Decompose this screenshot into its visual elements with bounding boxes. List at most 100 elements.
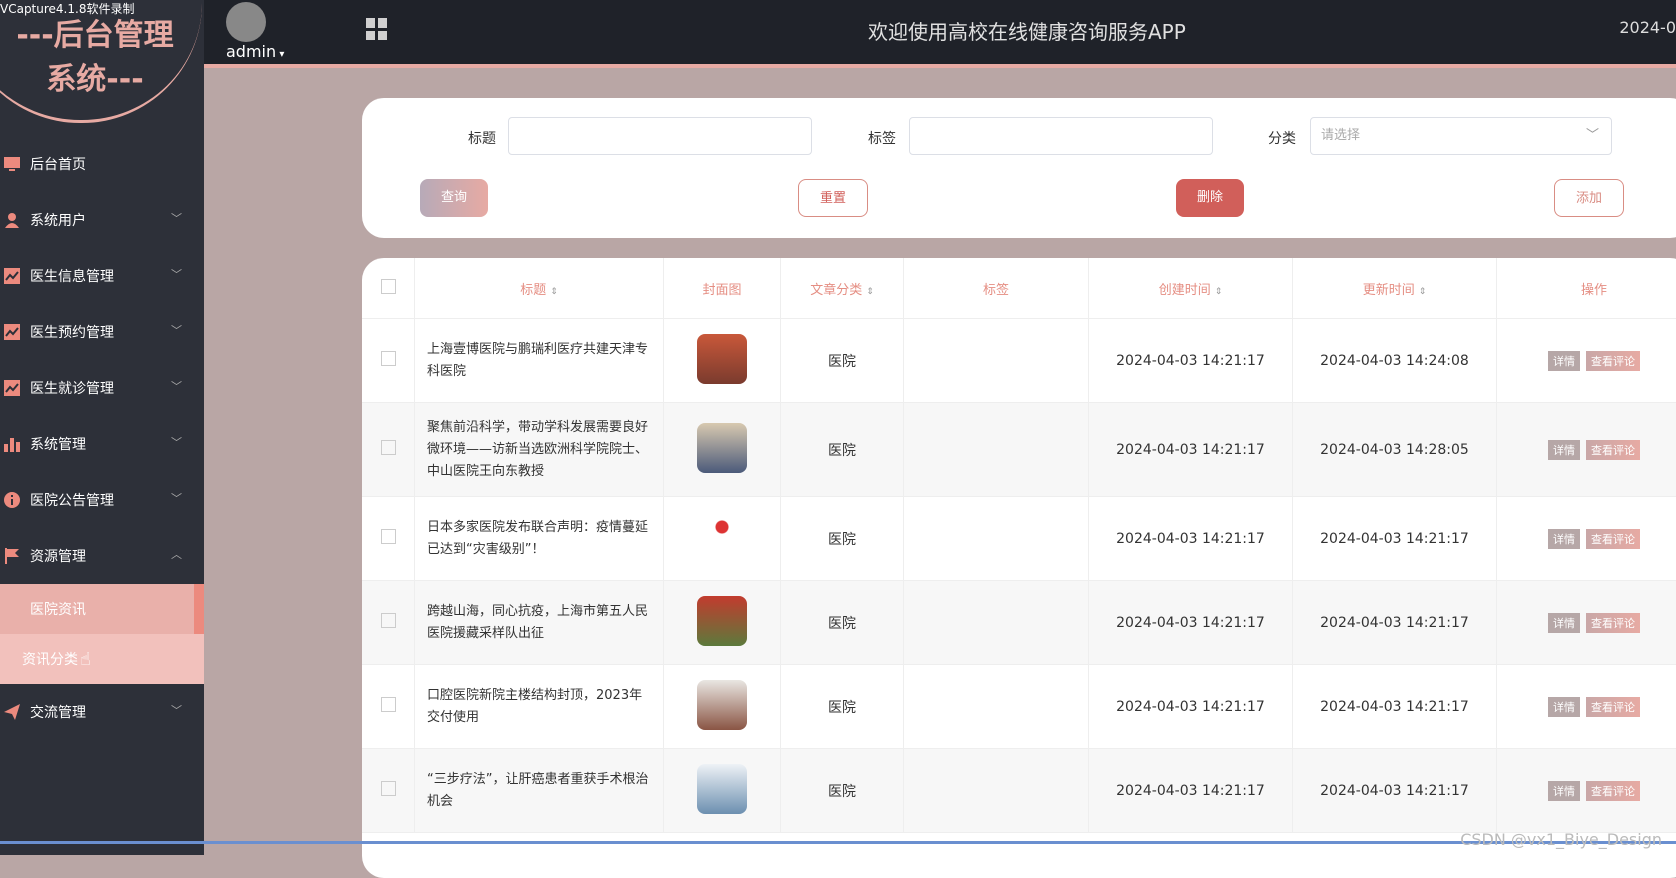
sidebar-item-label: 交流管理 (30, 702, 86, 722)
header-category[interactable]: 文章分类⇕ (781, 258, 904, 319)
row-checkbox[interactable] (381, 697, 396, 712)
detail-button[interactable]: 详情 (1548, 613, 1580, 633)
detail-button[interactable]: 详情 (1548, 697, 1580, 717)
cover-image[interactable] (697, 334, 747, 384)
category-select[interactable]: 请选择 ﹀ (1310, 117, 1612, 155)
row-updated: 2024-04-03 14:21:17 (1293, 665, 1497, 749)
cover-image[interactable] (697, 423, 747, 473)
sort-icon: ⇕ (1215, 287, 1223, 297)
sidebar-menu: 后台首页 系统用户 ﹀ 医生信息管理 ﹀ 医生预约管理 ﹀ 医生就诊管理 ﹀ 系… (0, 136, 204, 740)
cover-image[interactable] (697, 680, 747, 730)
bar-chart-icon (4, 436, 20, 452)
sidebar-item-label: 医生就诊管理 (30, 378, 114, 398)
view-comments-button[interactable]: 查看评论 (1586, 440, 1640, 460)
row-tag (904, 665, 1089, 749)
row-checkbox[interactable] (381, 781, 396, 796)
row-tag (904, 581, 1089, 665)
header-label: 标题 (520, 283, 546, 298)
sidebar-item-label: 资讯分类 (22, 649, 78, 669)
sidebar-item-doctor-appointment[interactable]: 医生预约管理 ﹀ (0, 304, 204, 360)
data-table: 标题⇕ 封面图 文章分类⇕ 标签 创建时间⇕ 更新时间⇕ 操作 上海壹博医院与鹏… (362, 258, 1676, 833)
top-bar: admin ▾ 欢迎使用高校在线健康咨询服务APP 2024-0 (204, 0, 1676, 68)
detail-button[interactable]: 详情 (1548, 440, 1580, 460)
row-tag (904, 497, 1089, 581)
sidebar-item-doctor-visit[interactable]: 医生就诊管理 ﹀ (0, 360, 204, 416)
detail-button[interactable]: 详情 (1548, 351, 1580, 371)
header-tag: 标签 (904, 258, 1089, 319)
detail-button[interactable]: 详情 (1548, 529, 1580, 549)
sidebar-item-home[interactable]: 后台首页 (0, 136, 204, 192)
row-checkbox[interactable] (381, 613, 396, 628)
row-select-cell (362, 319, 415, 403)
sidebar-item-resources[interactable]: 资源管理 ︿ (0, 528, 204, 584)
row-category: 医院 (781, 319, 904, 403)
row-created: 2024-04-03 14:21:17 (1089, 749, 1293, 833)
header-label: 更新时间 (1363, 283, 1415, 298)
cover-image[interactable] (697, 512, 747, 562)
grid-icon[interactable] (366, 18, 388, 40)
category-label: 分类 (1268, 128, 1296, 148)
view-comments-button[interactable]: 查看评论 (1586, 781, 1640, 801)
sidebar-item-system[interactable]: 系统管理 ﹀ (0, 416, 204, 472)
row-actions: 详情查看评论 (1497, 319, 1676, 403)
header-created[interactable]: 创建时间⇕ (1089, 258, 1293, 319)
recording-label: VCapture4.1.8软件录制 (0, 0, 134, 16)
category-placeholder: 请选择 (1321, 128, 1360, 143)
cover-image[interactable] (697, 596, 747, 646)
row-cover-cell (664, 665, 781, 749)
horizontal-scrollbar[interactable] (0, 841, 1676, 844)
sidebar-sub-item-news-category[interactable]: 资讯分类 ☝ (0, 634, 204, 684)
sidebar-item-label: 医生预约管理 (30, 322, 114, 342)
row-title: “三步疗法”，让肝癌患者重获手术根治机会 (415, 749, 664, 833)
row-checkbox[interactable] (381, 529, 396, 544)
header-actions: 操作 (1497, 258, 1676, 319)
header-title[interactable]: 标题 ⇕ (415, 258, 664, 319)
view-comments-button[interactable]: 查看评论 (1586, 613, 1640, 633)
username: admin (226, 42, 276, 61)
table-row: 日本多家医院发布联合声明：疫情蔓延已达到“灾害级别”！ 医院 2024-04-0… (362, 497, 1676, 581)
sidebar-item-users[interactable]: 系统用户 ﹀ (0, 192, 204, 248)
row-checkbox[interactable] (381, 351, 396, 366)
chevron-down-icon: ﹀ (171, 434, 182, 450)
row-actions: 详情查看评论 (1497, 403, 1676, 497)
title-input[interactable] (508, 117, 812, 155)
row-actions: 详情查看评论 (1497, 749, 1676, 833)
sidebar-item-notices[interactable]: 医院公告管理 ﹀ (0, 472, 204, 528)
cover-image[interactable] (697, 764, 747, 814)
view-comments-button[interactable]: 查看评论 (1586, 697, 1640, 717)
query-button[interactable]: 查询 (420, 179, 488, 217)
sort-icon: ⇕ (550, 287, 558, 297)
row-updated: 2024-04-03 14:21:17 (1293, 497, 1497, 581)
view-comments-button[interactable]: 查看评论 (1586, 351, 1640, 371)
reset-button[interactable]: 重置 (798, 179, 868, 217)
user-menu[interactable]: admin ▾ (226, 42, 284, 61)
watermark: CSDN @vx1_Biye_Design (1460, 830, 1662, 849)
title-label: 标题 (468, 128, 496, 148)
sidebar-item-doctor-info[interactable]: 医生信息管理 ﹀ (0, 248, 204, 304)
detail-button[interactable]: 详情 (1548, 781, 1580, 801)
sidebar-sub-item-hospital-news[interactable]: 医院资讯 (0, 584, 204, 634)
row-category: 医院 (781, 581, 904, 665)
header-updated[interactable]: 更新时间 ⇕ (1293, 258, 1497, 319)
row-select-cell (362, 581, 415, 665)
send-icon (4, 704, 20, 720)
delete-button[interactable]: 删除 (1176, 179, 1244, 217)
search-panel: 标题 标签 分类 请选择 ﹀ 查询 重置 删除 添加 (362, 98, 1676, 238)
tag-input[interactable] (909, 117, 1213, 155)
avatar[interactable] (226, 2, 266, 42)
sidebar-item-communication[interactable]: 交流管理 ﹀ (0, 684, 204, 740)
row-select-cell (362, 665, 415, 749)
table-header-row: 标题⇕ 封面图 文章分类⇕ 标签 创建时间⇕ 更新时间⇕ 操作 (362, 258, 1676, 319)
sidebar-item-label: 系统用户 (30, 210, 86, 230)
row-created: 2024-04-03 14:21:17 (1089, 403, 1293, 497)
date-display: 2024-0 (1619, 18, 1676, 37)
row-select-cell (362, 749, 415, 833)
row-cover-cell (664, 497, 781, 581)
page-title: 欢迎使用高校在线健康咨询服务APP (868, 16, 1186, 45)
select-all-checkbox[interactable] (381, 279, 396, 294)
row-created: 2024-04-03 14:21:17 (1089, 665, 1293, 749)
view-comments-button[interactable]: 查看评论 (1586, 529, 1640, 549)
sort-icon: ⇕ (1419, 287, 1427, 297)
row-checkbox[interactable] (381, 440, 396, 455)
add-button[interactable]: 添加 (1554, 179, 1624, 217)
